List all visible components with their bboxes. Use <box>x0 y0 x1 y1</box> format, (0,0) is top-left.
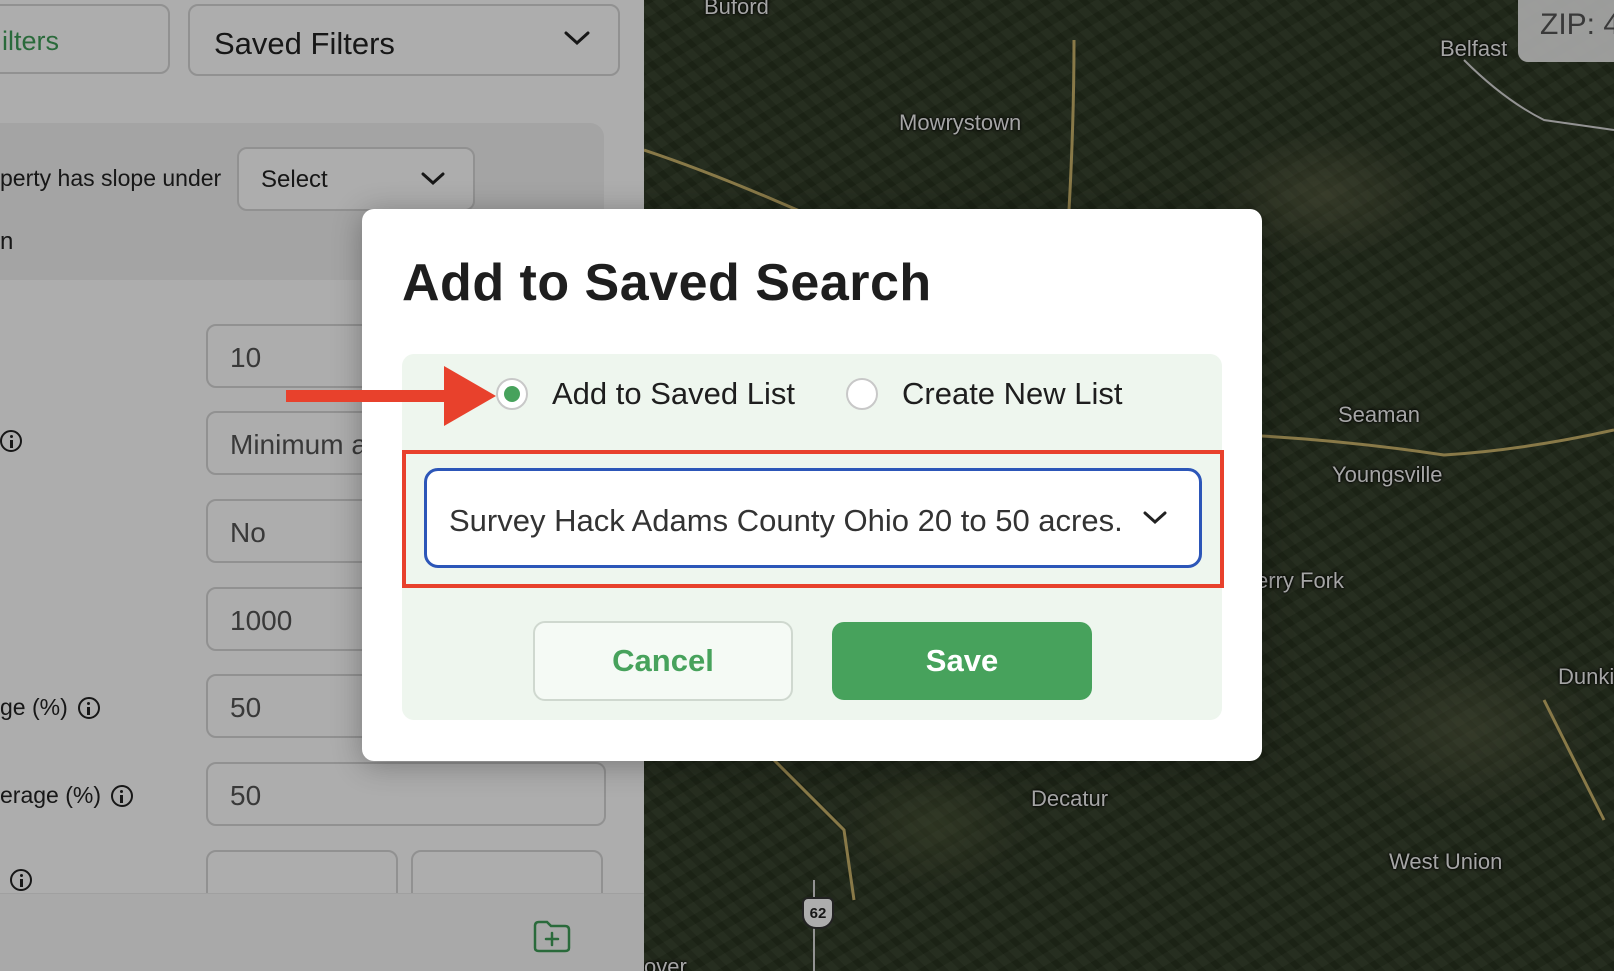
saved-list-select[interactable]: Survey Hack Adams County Ohio 20 to 50 a… <box>424 468 1202 568</box>
radio-add-to-saved-list[interactable]: Add to Saved List <box>496 376 795 412</box>
radio-button-unchecked[interactable] <box>846 378 878 410</box>
modal-title: Add to Saved Search <box>402 254 932 312</box>
radio-add-label: Add to Saved List <box>552 376 795 411</box>
radio-create-new-list[interactable]: Create New List <box>846 376 1123 412</box>
radio-button-checked[interactable] <box>496 378 528 410</box>
radio-create-label: Create New List <box>902 376 1123 411</box>
save-button[interactable]: Save <box>832 622 1092 700</box>
chevron-down-icon <box>1143 511 1167 525</box>
cancel-button[interactable]: Cancel <box>533 621 793 701</box>
saved-list-select-value: Survey Hack Adams County Ohio 20 to 50 a… <box>449 503 1123 538</box>
red-arrow-annotation <box>286 366 496 426</box>
